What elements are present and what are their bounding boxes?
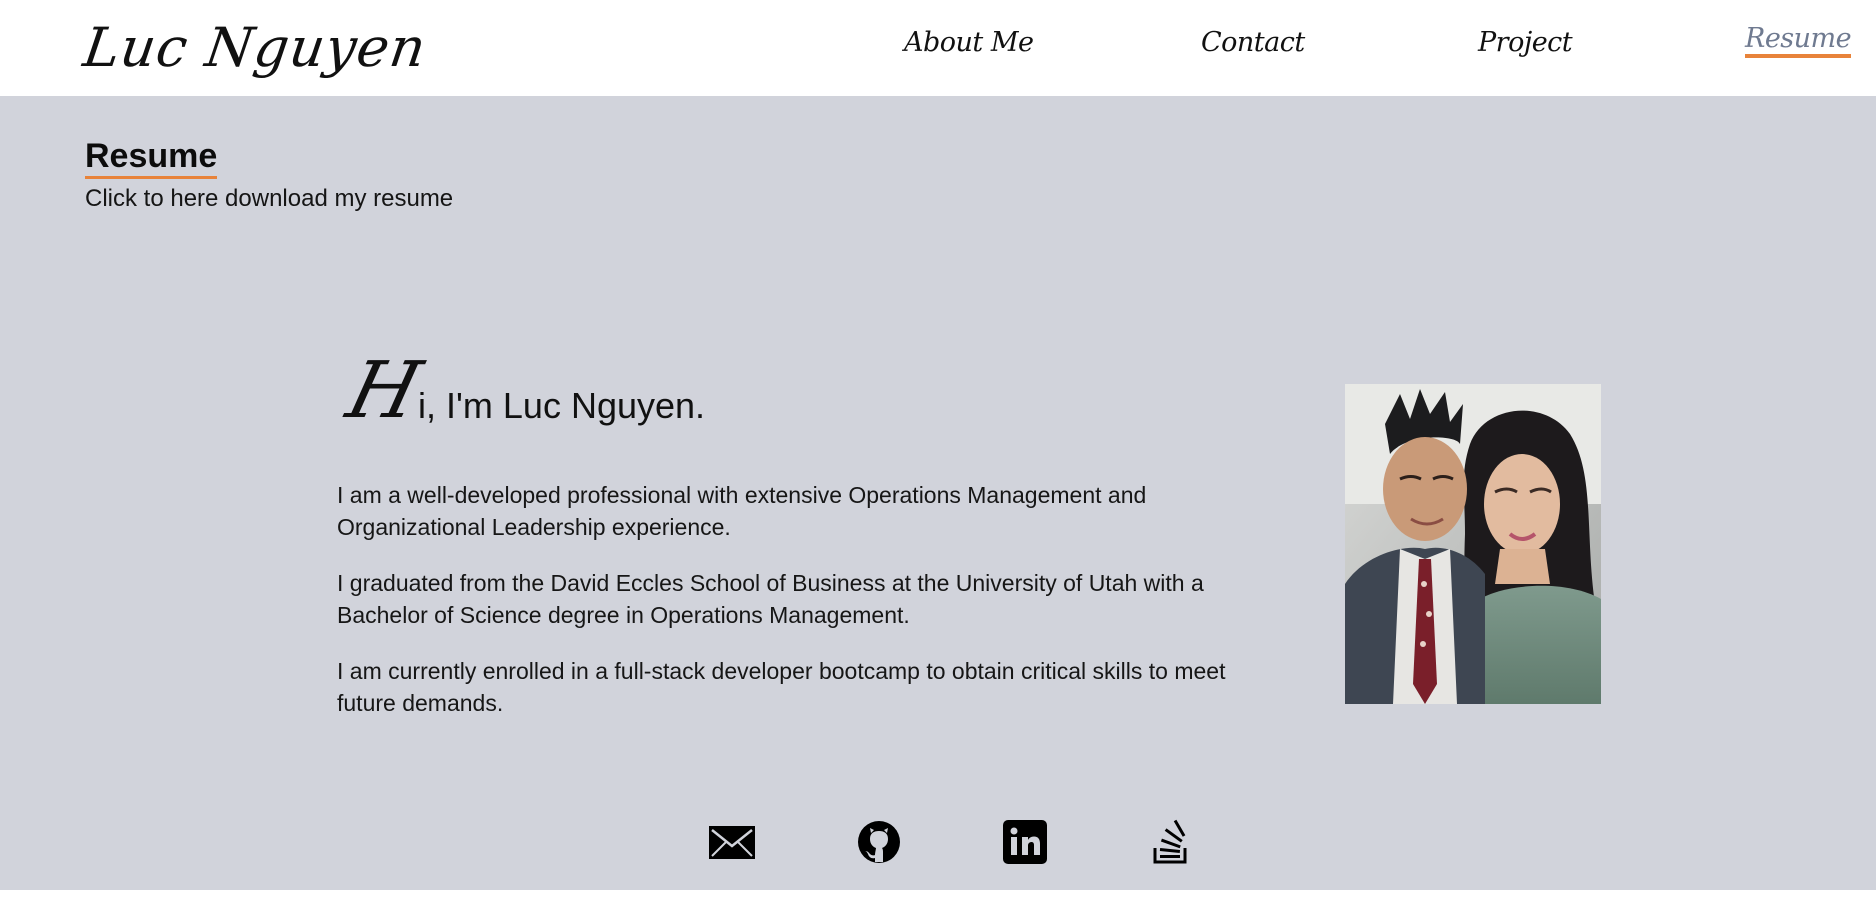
github-icon[interactable] [855,818,903,866]
main-content: Resume Click to here download my resume … [0,96,1876,890]
profile-photo [1345,384,1601,704]
download-resume-link[interactable]: Click to here download my resume [85,184,453,214]
bio-paragraph: I am a well-developed professional with … [337,482,1147,540]
main-nav: About Me Contact Project Resume [0,24,1876,64]
site-header: Luc Nguyen About Me Contact Project Resu… [0,0,1876,96]
bio-paragraph: I am currently enrolled in a full-stack … [337,658,1226,716]
nav-about-me[interactable]: About Me [904,24,1034,62]
bio-paragraph: I graduated from the David Eccles School… [337,570,1204,628]
footer-strip [0,890,1876,906]
greeting-text: i, I'm Luc Nguyen. [418,385,706,426]
greeting-heading: Hi, I'm Luc Nguyen. [339,346,706,436]
portrait-photo-icon [1345,384,1601,704]
nav-project[interactable]: Project [1478,24,1573,62]
linkedin-icon[interactable] [1001,818,1049,866]
stackoverflow-icon[interactable] [1147,818,1195,866]
envelope-icon[interactable] [708,818,756,866]
bio-section: I am a well-developed professional with … [337,479,1287,743]
section-title: Resume [85,136,218,179]
social-links [0,818,1876,868]
nav-contact[interactable]: Contact [1201,24,1305,62]
greeting-initial: H [338,346,430,436]
nav-resume[interactable]: Resume [1745,24,1852,58]
